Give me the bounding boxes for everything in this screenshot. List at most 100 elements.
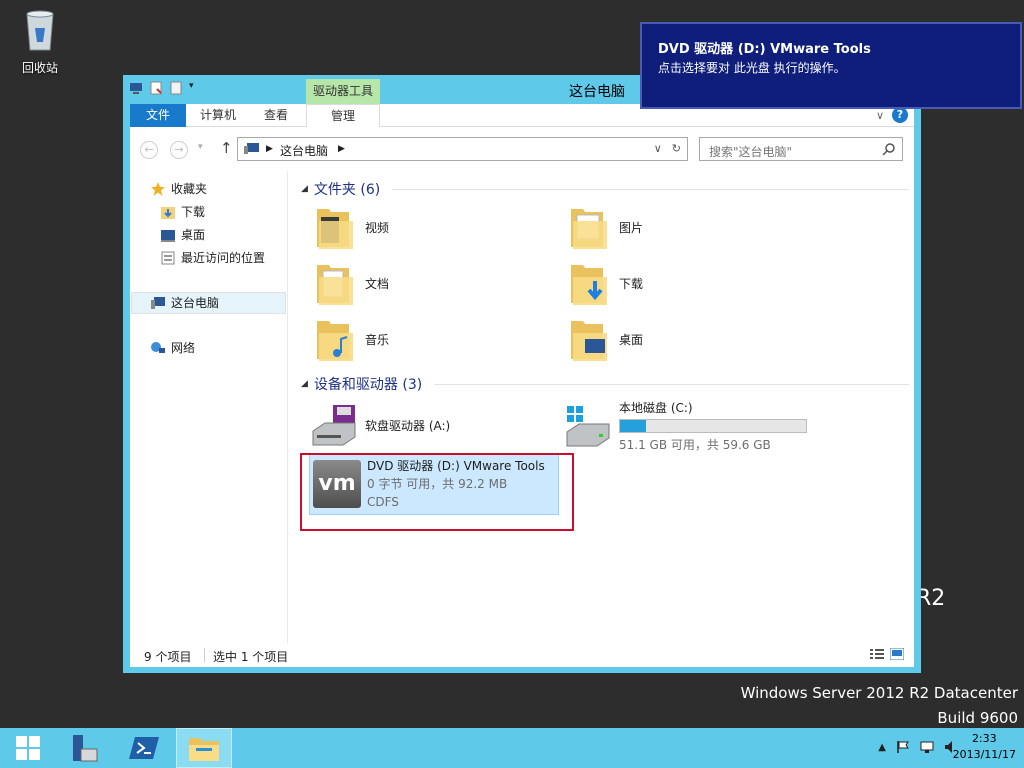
folder-label: 下载 xyxy=(619,276,644,291)
help-icon[interactable]: ? xyxy=(892,107,908,123)
taskbar-powershell[interactable] xyxy=(116,728,172,768)
system-tray: ▲ xyxy=(878,740,958,754)
nav-label: 最近访问的位置 xyxy=(181,251,266,265)
pictures-folder-icon xyxy=(571,209,607,249)
taskbar: ▲ 2:33 2013/11/17 xyxy=(0,728,1024,768)
recycle-bin-icon xyxy=(26,10,54,51)
documents-folder-icon xyxy=(317,265,353,305)
taskbar-server-manager[interactable] xyxy=(56,728,112,768)
windows-logo-icon xyxy=(16,736,40,760)
nav-item-this-pc[interactable]: 这台电脑 xyxy=(131,292,286,314)
action-center-flag-icon[interactable] xyxy=(896,740,910,754)
nav-item-network[interactable]: 网络 xyxy=(150,338,195,358)
drive-tools-tab-group: 驱动器工具 xyxy=(306,79,380,104)
chevron-down-icon[interactable]: ∨ xyxy=(654,142,662,155)
folder-videos[interactable]: 视频 xyxy=(315,203,389,251)
drive-label: 本地磁盘 (C:) xyxy=(619,401,693,415)
computer-icon[interactable] xyxy=(129,81,143,95)
folder-desktop[interactable]: 桌面 xyxy=(569,315,643,363)
tab-file[interactable]: 文件 xyxy=(130,104,186,127)
back-button[interactable]: ← xyxy=(140,141,158,159)
recent-places-icon xyxy=(161,251,175,265)
nav-label: 收藏夹 xyxy=(171,182,208,196)
computer-icon xyxy=(244,143,259,154)
network-icon xyxy=(151,342,165,353)
collapse-icon[interactable]: ◢ xyxy=(301,379,308,389)
folder-label: 图片 xyxy=(619,220,644,235)
navigation-pane: 收藏夹 下载 桌面 最近访问的位置 这台电脑 网络 xyxy=(130,171,290,643)
folders-group-header[interactable]: ◢ 文件夹 (6) xyxy=(301,179,909,199)
os-build-text: Build 9600 xyxy=(937,709,1018,727)
floppy-drive-icon xyxy=(312,405,356,446)
nav-label: 这台电脑 xyxy=(171,296,220,310)
navigation-bar: ← → ▾ ↑ ▶ 这台电脑 ▶ ∨ ↻ 搜索"这台电脑" xyxy=(130,127,914,171)
notification-title: DVD 驱动器 (D:) VMware Tools xyxy=(658,42,871,57)
notification-message: 点击选择要对 此光盘 执行的操作。 xyxy=(658,61,846,75)
properties-icon[interactable] xyxy=(149,81,163,95)
explorer-window: ▾ 驱动器工具 这台电脑 文件 计算机 查看 管理 ∨ ? ← → ▾ ↑ ▶ … xyxy=(123,75,921,673)
details-view-icon[interactable] xyxy=(870,648,884,660)
music-folder-icon xyxy=(317,321,353,361)
recent-locations-icon[interactable]: ▾ xyxy=(198,142,203,152)
large-icons-view-icon[interactable] xyxy=(890,648,904,660)
powershell-icon xyxy=(129,737,159,759)
star-icon xyxy=(151,182,165,196)
drive-floppy[interactable]: 软盘驱动器 (A:) xyxy=(311,403,450,447)
nav-label: 下载 xyxy=(181,205,206,219)
breadcrumb-arrow-icon[interactable]: ▶ xyxy=(266,144,273,154)
search-input[interactable]: 搜索"这台电脑" xyxy=(699,137,903,161)
search-icon[interactable] xyxy=(882,142,896,156)
drive-label: 软盘驱动器 (A:) xyxy=(365,418,451,433)
item-count: 9 个项目 xyxy=(144,650,192,664)
clock-date: 2013/11/17 xyxy=(952,748,1016,761)
new-folder-icon[interactable] xyxy=(169,81,183,95)
show-hidden-icons-icon[interactable]: ▲ xyxy=(878,742,886,753)
breadcrumb-this-pc[interactable]: 这台电脑 xyxy=(280,142,328,159)
folder-label: 文档 xyxy=(365,276,390,291)
nav-item-desktop[interactable]: 桌面 xyxy=(160,225,205,245)
folder-documents[interactable]: 文档 xyxy=(315,259,389,307)
desktop-icon xyxy=(161,230,175,242)
drive-local-disk-c[interactable]: 本地磁盘 (C:) 51.1 GB 可用，共 59.6 GB xyxy=(565,399,807,453)
folder-label: 音乐 xyxy=(365,332,390,347)
chevron-down-icon[interactable]: ▾ xyxy=(189,81,203,95)
up-button[interactable]: ↑ xyxy=(220,139,233,157)
hard-drive-icon xyxy=(566,406,610,447)
address-bar[interactable]: ▶ 这台电脑 ▶ ∨ ↻ xyxy=(237,137,688,161)
selected-count: 选中 1 个项目 xyxy=(213,650,289,664)
pane-splitter[interactable] xyxy=(287,171,288,643)
folder-pictures[interactable]: 图片 xyxy=(569,203,643,251)
clock[interactable]: 2:33 2013/11/17 xyxy=(953,731,1016,763)
os-edition-text: Windows Server 2012 R2 Datacenter xyxy=(740,684,1018,702)
breadcrumb-arrow-icon[interactable]: ▶ xyxy=(338,144,345,154)
recycle-bin[interactable]: 回收站 xyxy=(12,8,68,76)
autoplay-notification[interactable]: DVD 驱动器 (D:) VMware Tools 点击选择要对 此光盘 执行的… xyxy=(640,22,1022,109)
status-bar: 9 个项目 选中 1 个项目 xyxy=(130,643,914,667)
taskbar-file-explorer[interactable] xyxy=(176,728,232,768)
tab-computer[interactable]: 计算机 xyxy=(190,104,246,127)
window-body: 收藏夹 下载 桌面 最近访问的位置 这台电脑 网络 ◢ 文件夹 (6) 视频 图… xyxy=(130,171,914,643)
devices-group-header[interactable]: ◢ 设备和驱动器 (3) xyxy=(301,374,909,394)
tab-manage[interactable]: 管理 xyxy=(306,104,380,128)
group-title: 文件夹 (6) xyxy=(313,182,381,198)
refresh-icon[interactable]: ↻ xyxy=(672,142,681,155)
folder-downloads[interactable]: 下载 xyxy=(569,259,643,307)
folder-music[interactable]: 音乐 xyxy=(315,315,389,363)
disk-usage-bar xyxy=(619,419,807,433)
start-button[interactable] xyxy=(0,728,56,768)
folder-label: 视频 xyxy=(365,220,390,235)
content-pane: ◢ 文件夹 (6) 视频 图片 文档 下载 音乐 桌面 ◢ 设备和驱动器 (3)… xyxy=(295,171,914,643)
network-tray-icon[interactable] xyxy=(920,740,934,754)
nav-item-favorites[interactable]: 收藏夹 xyxy=(150,179,207,199)
desktop-folder-icon xyxy=(571,321,607,361)
collapse-icon[interactable]: ◢ xyxy=(301,184,308,194)
nav-item-recent[interactable]: 最近访问的位置 xyxy=(160,248,265,268)
group-title: 设备和驱动器 (3) xyxy=(313,377,423,393)
forward-button[interactable]: → xyxy=(170,141,188,159)
search-placeholder: 搜索"这台电脑" xyxy=(709,145,793,159)
nav-item-downloads[interactable]: 下载 xyxy=(160,202,205,222)
expand-ribbon-icon[interactable]: ∨ xyxy=(876,109,884,122)
drive-free-space: 51.1 GB 可用，共 59.6 GB xyxy=(619,438,771,452)
tab-view[interactable]: 查看 xyxy=(250,104,302,127)
folder-label: 桌面 xyxy=(619,332,644,347)
